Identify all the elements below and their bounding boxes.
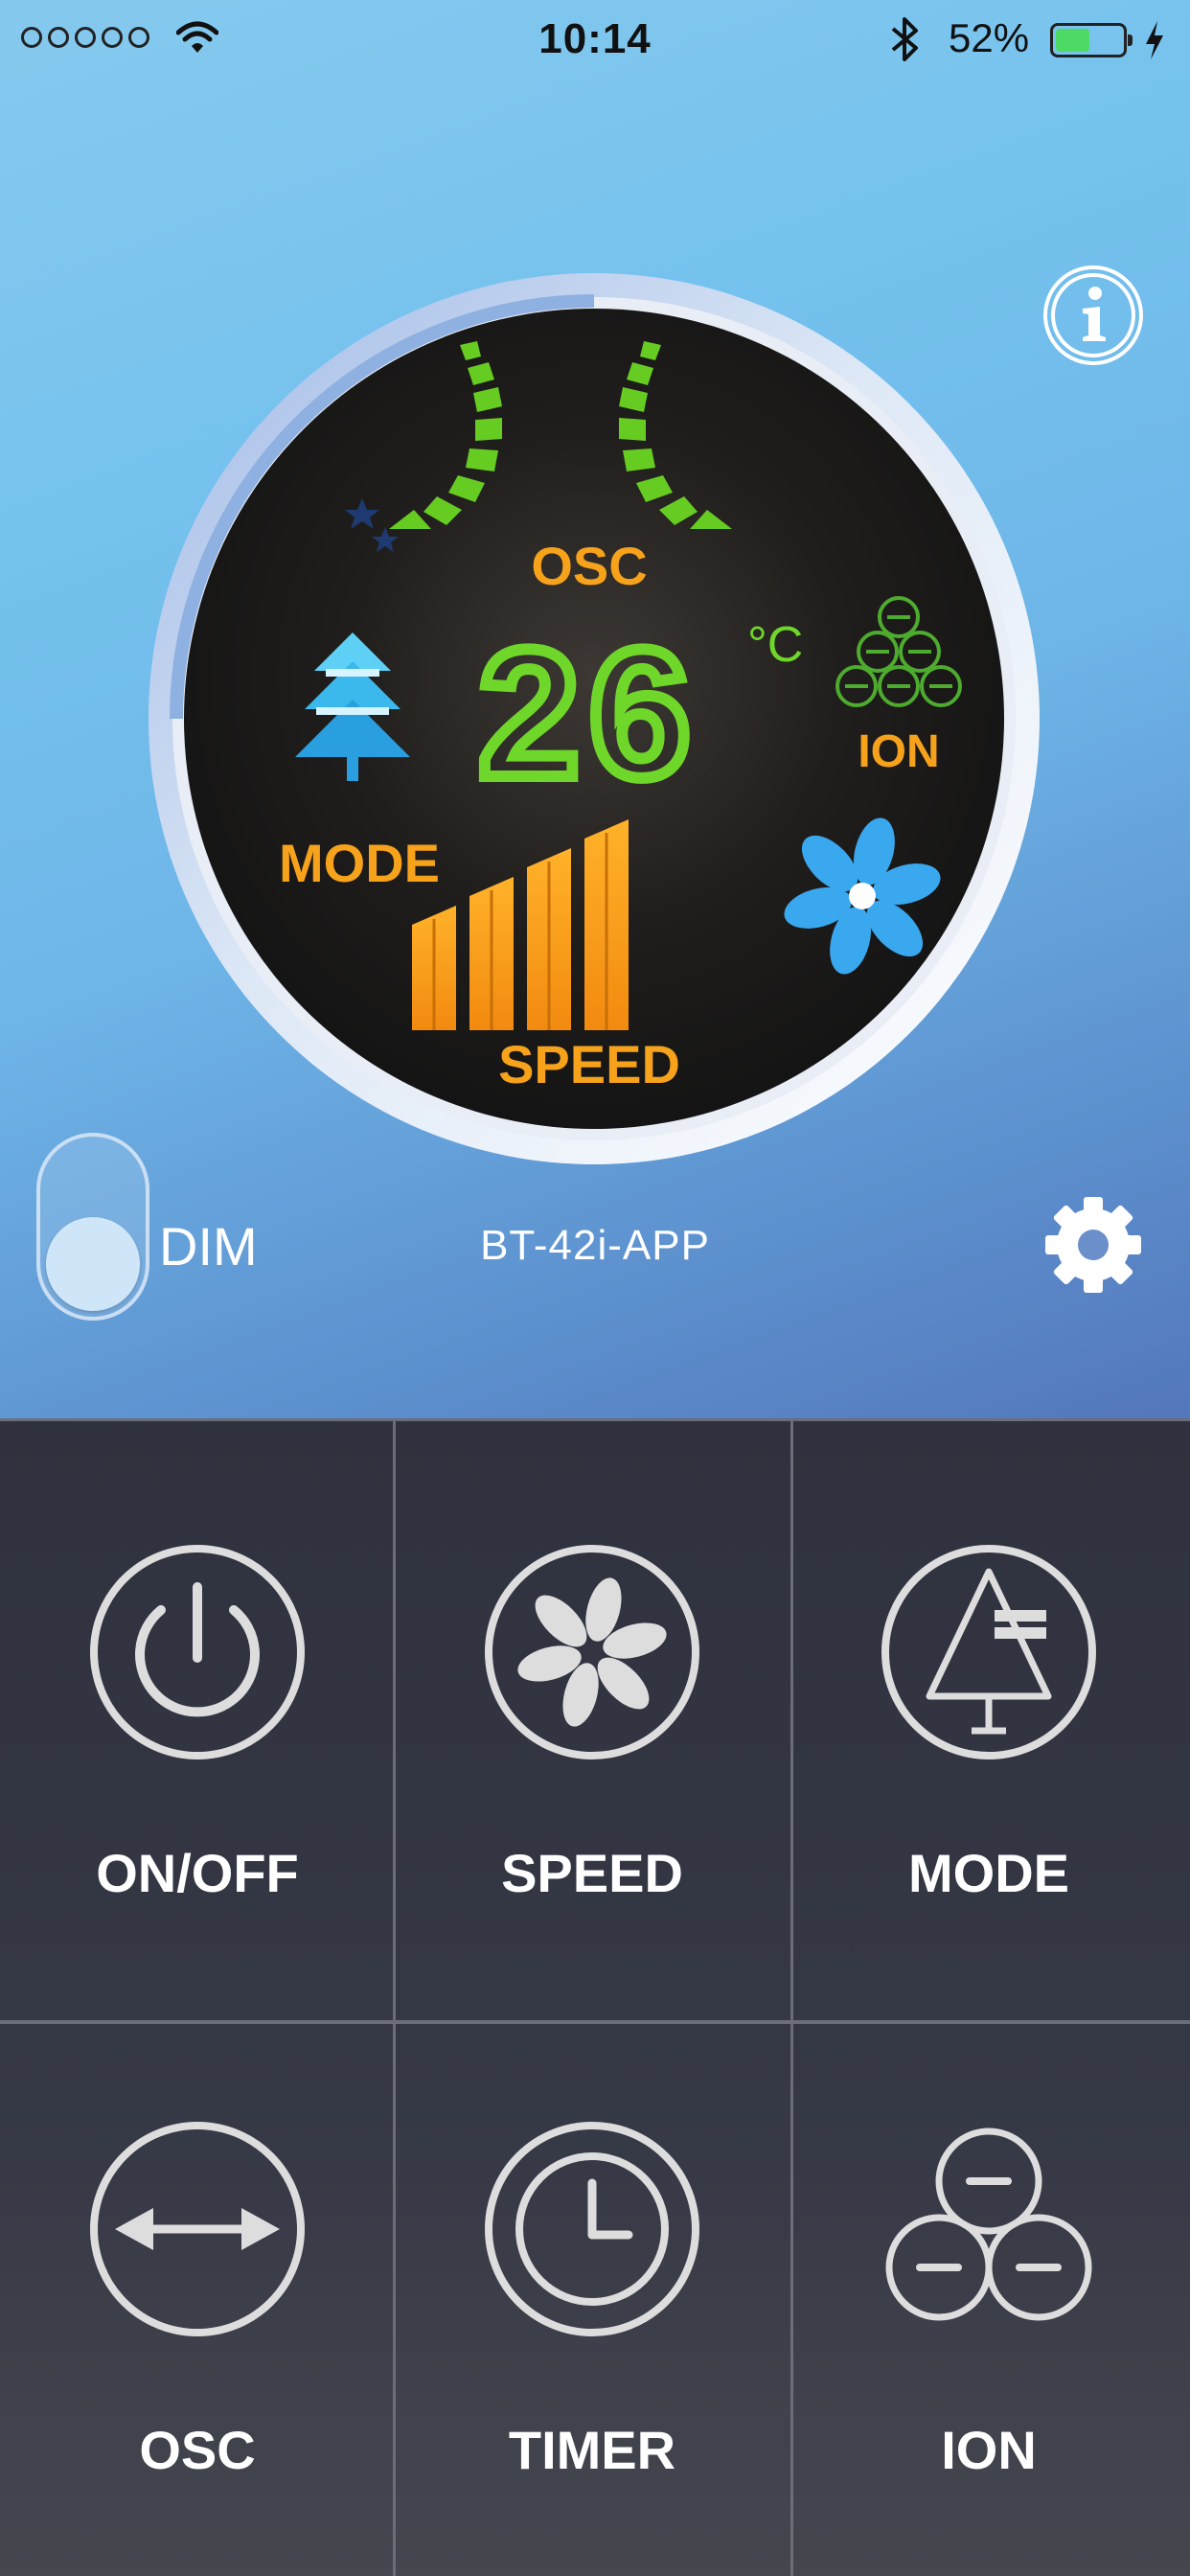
fan-icon xyxy=(485,1545,699,1760)
battery-percent: 52% xyxy=(949,15,1030,60)
clock-icon xyxy=(485,2122,699,2336)
charging-bolt-icon xyxy=(1146,21,1163,59)
speed-button[interactable]: SPEED xyxy=(395,1420,790,1995)
lcd-display: OSC 26 °C ION MODE SPEED xyxy=(144,268,1044,1169)
ion-icon xyxy=(885,2128,1092,2321)
power-icon xyxy=(90,1545,305,1760)
controls-grid: ON/OFF SPEED MODE OSC TIMER ION xyxy=(0,1418,1190,2576)
device-name: BT-42i-APP xyxy=(480,1222,710,1269)
tree-mode-icon xyxy=(881,1545,1096,1760)
mode-button[interactable]: MODE xyxy=(791,1420,1186,1995)
mode-label: MODE xyxy=(908,1843,1069,1903)
osc-button[interactable]: OSC xyxy=(0,1997,395,2572)
settings-gear-button[interactable] xyxy=(1041,1192,1146,1298)
speed-label: SPEED xyxy=(501,1843,683,1903)
battery-icon xyxy=(1050,23,1133,58)
timer-label: TIMER xyxy=(508,2420,676,2480)
ion-button[interactable]: ION xyxy=(791,1997,1186,2572)
lcd-unit: °C xyxy=(747,617,803,673)
lcd-osc-label: OSC xyxy=(531,536,647,596)
ion-label: ION xyxy=(941,2420,1037,2480)
on-off-button[interactable]: ON/OFF xyxy=(0,1420,395,1995)
status-bar: 10:14 52% xyxy=(0,0,1190,77)
bluetooth-icon xyxy=(891,17,918,61)
timer-button[interactable]: TIMER xyxy=(395,1997,790,2572)
info-button[interactable] xyxy=(1041,263,1146,368)
oscillate-arrows-icon xyxy=(90,2122,305,2336)
lcd-ion-label: ION xyxy=(858,726,939,777)
lcd-temperature: 26 xyxy=(478,612,699,816)
lcd-speed-label: SPEED xyxy=(498,1034,680,1094)
on-off-label: ON/OFF xyxy=(96,1843,299,1903)
lcd-mode-label: MODE xyxy=(279,833,440,893)
osc-label: OSC xyxy=(139,2420,256,2480)
